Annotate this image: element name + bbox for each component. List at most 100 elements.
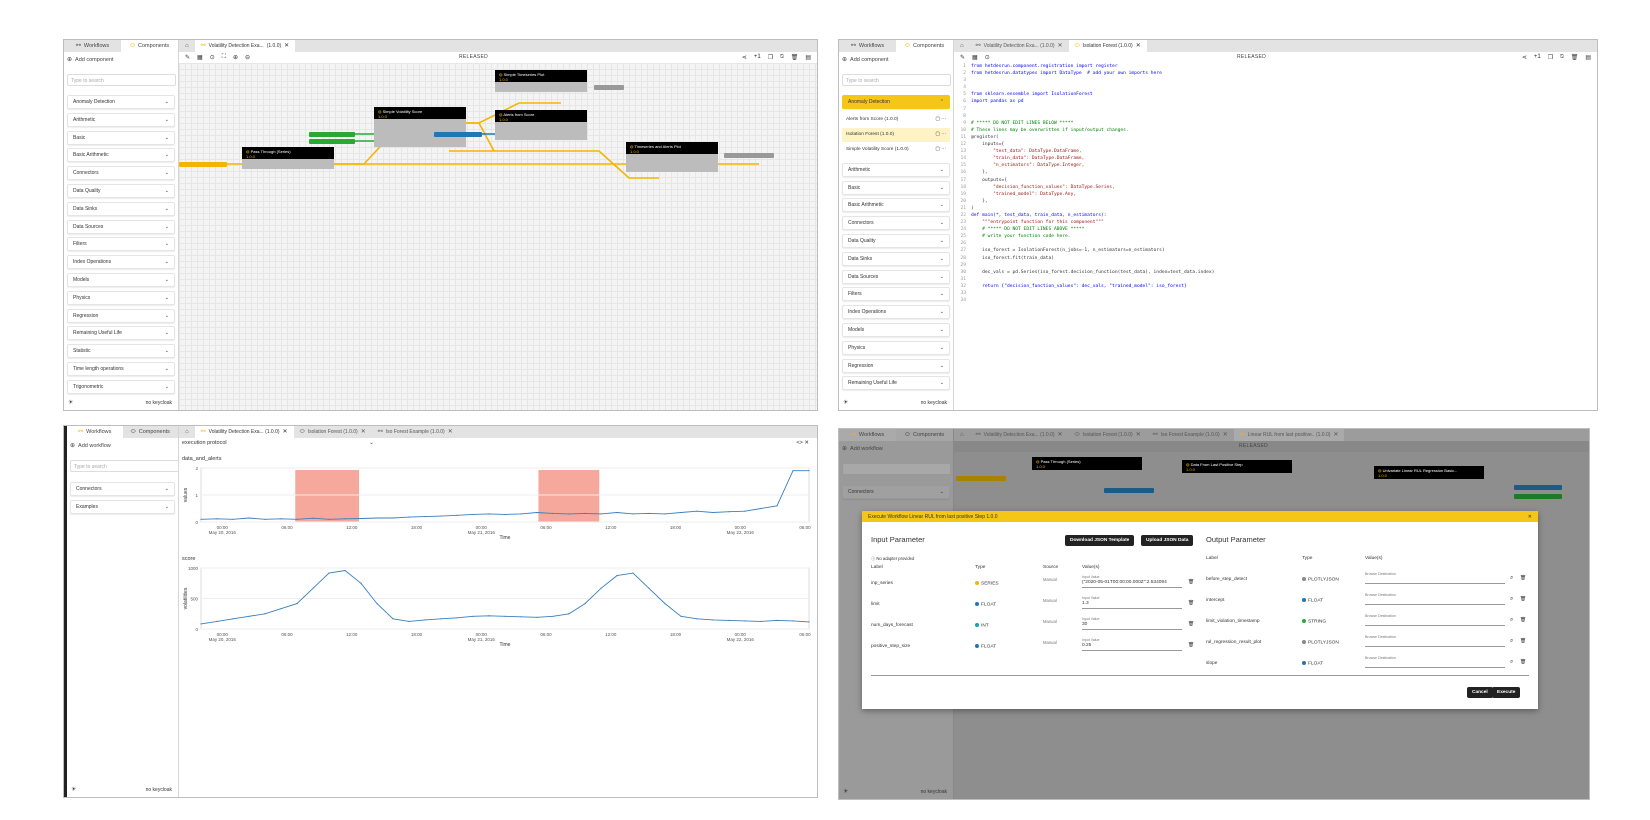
zoom-out-icon[interactable]: ⊖ <box>245 54 250 61</box>
home-tab[interactable]: ⌂ <box>954 40 970 52</box>
category-item[interactable]: Data Sources ⌄ <box>842 269 950 284</box>
close-icon[interactable]: ✕ <box>284 43 289 49</box>
delete-icon[interactable]: 🗑 <box>1520 597 1526 602</box>
close-icon[interactable]: ✕ <box>1223 432 1228 438</box>
output-connector[interactable] <box>1514 494 1562 499</box>
delete-icon[interactable]: 🗑 <box>1571 54 1579 61</box>
browse-destination-field[interactable]: Browse Destination <box>1365 635 1396 639</box>
deprecate-icon[interactable]: ⍉ <box>780 54 784 61</box>
close-icon[interactable]: ✕ <box>1136 432 1141 438</box>
workflow-canvas[interactable]: ◍ Pass Through (Series) 1.0.0 ◍ Simple Vo… <box>179 63 817 410</box>
output-connector[interactable] <box>594 85 624 90</box>
table-icon[interactable]: ▦ <box>972 54 978 61</box>
component-list-item[interactable]: Isolation Forest (1.0.0) ▢ ⋯ <box>842 127 950 142</box>
input-value-field[interactable]: 30 <box>1082 622 1178 627</box>
search-input[interactable]: Type to search <box>67 74 176 86</box>
execute-button[interactable]: Execute <box>1492 687 1521 698</box>
input-value-field[interactable]: 1.3 <box>1082 601 1178 606</box>
tab-components[interactable]: ⬭ Components <box>896 429 953 441</box>
deprecate-icon[interactable]: ⍉ <box>1560 54 1564 61</box>
node-pass-through[interactable]: ◍ Pass Through (Series) 1.0.0 <box>1032 457 1142 470</box>
document-icon[interactable]: ▤ <box>805 54 811 61</box>
category-item[interactable]: Remaining Useful Life ⌄ <box>67 326 175 341</box>
tab-iso-forest-example[interactable]: ⚯ Iso Forest Example (1.0.0) ✕ <box>1147 429 1234 441</box>
code-editor[interactable]: 1 from hetdesrun.component.registration i… <box>954 63 1597 410</box>
search-input[interactable]: Type to search <box>842 463 951 475</box>
copy-icon[interactable]: ❐ <box>1548 54 1553 61</box>
zoom-in-icon[interactable]: ⊕ <box>233 54 238 61</box>
edit-icon[interactable]: ✎ <box>185 54 190 61</box>
category-item[interactable]: Connectors ⌄ <box>842 216 950 231</box>
category-item[interactable]: Arithmetic ⌄ <box>67 112 175 127</box>
browse-destination-field[interactable]: Browse Destination <box>1365 572 1396 576</box>
input-value-field[interactable]: 0.25 <box>1082 643 1178 648</box>
close-icon[interactable]: ✕ <box>448 429 453 435</box>
delete-icon[interactable]: 🗑 <box>1520 639 1526 644</box>
fit-icon[interactable]: ⛶ <box>222 54 226 61</box>
category-item[interactable]: Examples ⌄ <box>70 499 175 514</box>
delete-icon[interactable]: 🗑 <box>1520 576 1526 581</box>
delete-icon[interactable]: 🗑 <box>1520 660 1526 665</box>
add-workflow-button[interactable]: ⊕ Add workflow <box>842 446 883 452</box>
input-connector[interactable] <box>956 476 1006 481</box>
tab-volatility-detection[interactable]: ⚯ Volatility Detection Exa... (1.0.0) ✕ <box>194 426 294 438</box>
category-item[interactable]: Filters ⌄ <box>842 287 950 302</box>
home-tab[interactable]: ⌂ <box>179 40 195 52</box>
tab-components[interactable]: ⬭ Components <box>896 40 953 52</box>
search-input[interactable]: Type to search <box>70 460 179 472</box>
category-item[interactable]: Index Operations ⌄ <box>67 255 175 270</box>
category-item[interactable]: Regression ⌄ <box>842 358 950 373</box>
search-icon[interactable]: ⌕ <box>1510 638 1513 645</box>
table-icon[interactable]: ▦ <box>197 54 203 61</box>
category-item[interactable]: Connectors ⌄ <box>67 166 175 181</box>
chevron-down-icon[interactable]: ⌄ <box>369 440 374 450</box>
browse-destination-field[interactable]: Browse Destination <box>1365 593 1396 597</box>
tab-iso-forest-example[interactable]: ⚯ Iso Forest Example (1.0.0) ✕ <box>372 426 459 438</box>
node-simple-timeseries-plot[interactable]: ◍ Simple Timeseries Plot 1.0.0 <box>495 70 587 82</box>
tab-linear-rul[interactable]: ⚯ Linear RUL from last positive.. (1.0.0)… <box>1233 429 1345 441</box>
category-item[interactable]: Basic Arithmetic ⌄ <box>842 198 950 213</box>
tab-isolation-forest[interactable]: ⬭ Isolation Forest (1.0.0) ✕ <box>1068 40 1147 52</box>
search-icon[interactable]: ⌕ <box>1510 659 1513 666</box>
category-item[interactable]: Statistic ⌄ <box>67 344 175 359</box>
theme-toggle-icon[interactable]: ☀ <box>68 400 73 406</box>
home-tab[interactable]: ⌂ <box>179 426 195 438</box>
close-icon[interactable]: ✕ <box>1528 514 1532 520</box>
category-item[interactable]: Basic ⌄ <box>842 180 950 195</box>
close-icon[interactable]: ✕ <box>283 429 288 435</box>
tab-isolation-forest[interactable]: ⬭ Isolation Forest (1.0.0) ✕ <box>294 426 372 438</box>
category-item[interactable]: Data Quality ⌄ <box>842 233 950 248</box>
document-icon[interactable]: ▤ <box>1585 54 1591 61</box>
category-item[interactable]: Data Sinks ⌄ <box>67 201 175 216</box>
browse-destination-field[interactable]: Browse Destination <box>1365 614 1396 618</box>
component-actions-icon[interactable]: ▢ ⋯ <box>935 132 946 137</box>
upload-json-data-button[interactable]: Upload JSON Data <box>1141 535 1194 546</box>
category-item[interactable]: Basic ⌄ <box>67 130 175 145</box>
tab-volatility-detection[interactable]: ⚯ Volatility Detection Exa... (1.0.0) ✕ <box>194 40 296 52</box>
share-icon[interactable]: ⋖ <box>742 54 747 61</box>
tab-workflows[interactable]: ⚯ Workflows <box>64 40 121 52</box>
output-connector[interactable] <box>1514 485 1562 490</box>
theme-toggle-icon[interactable]: ☀ <box>71 787 76 793</box>
category-item[interactable]: Models ⌄ <box>67 272 175 287</box>
delete-icon[interactable]: 🗑 <box>791 54 799 61</box>
category-item[interactable]: Arithmetic ⌄ <box>842 162 950 177</box>
tab-volatility-detection[interactable]: ⚯ Volatility Detection Exa... (1.0.0) ✕ <box>970 40 1069 52</box>
category-item[interactable]: Data Sinks ⌄ <box>842 251 950 266</box>
new-revision-icon[interactable]: +1 <box>1534 54 1541 61</box>
input-value-field[interactable]: {"2020-05-01T00:00:00.000Z":2.534094 <box>1082 580 1178 585</box>
close-icon[interactable]: ✕ <box>361 429 366 435</box>
category-item[interactable]: Trigonometric ⌄ <box>67 379 175 394</box>
download-json-template-button[interactable]: Download JSON Template <box>1065 535 1135 546</box>
tab-workflows[interactable]: ⚯ Workflows <box>839 40 896 52</box>
cancel-button[interactable]: Cancel <box>1467 687 1493 698</box>
search-icon[interactable]: ⌕ <box>1510 596 1513 603</box>
add-workflow-button[interactable]: ⊕ Add workflow <box>70 443 111 449</box>
input-connector[interactable] <box>1104 488 1154 493</box>
node-volatility-score[interactable]: ◍ Simple Volatility Score 1.0.0 <box>374 107 466 119</box>
component-actions-icon[interactable]: ▢ ⋯ <box>935 117 946 122</box>
node-univariate-rul[interactable]: ◍ Univariate Linear RUL Regression Basic… <box>1374 466 1484 479</box>
search-icon[interactable]: ⌕ <box>1510 575 1513 582</box>
play-icon[interactable]: ⊙ <box>210 54 215 61</box>
edit-icon[interactable]: ✎ <box>960 54 965 61</box>
